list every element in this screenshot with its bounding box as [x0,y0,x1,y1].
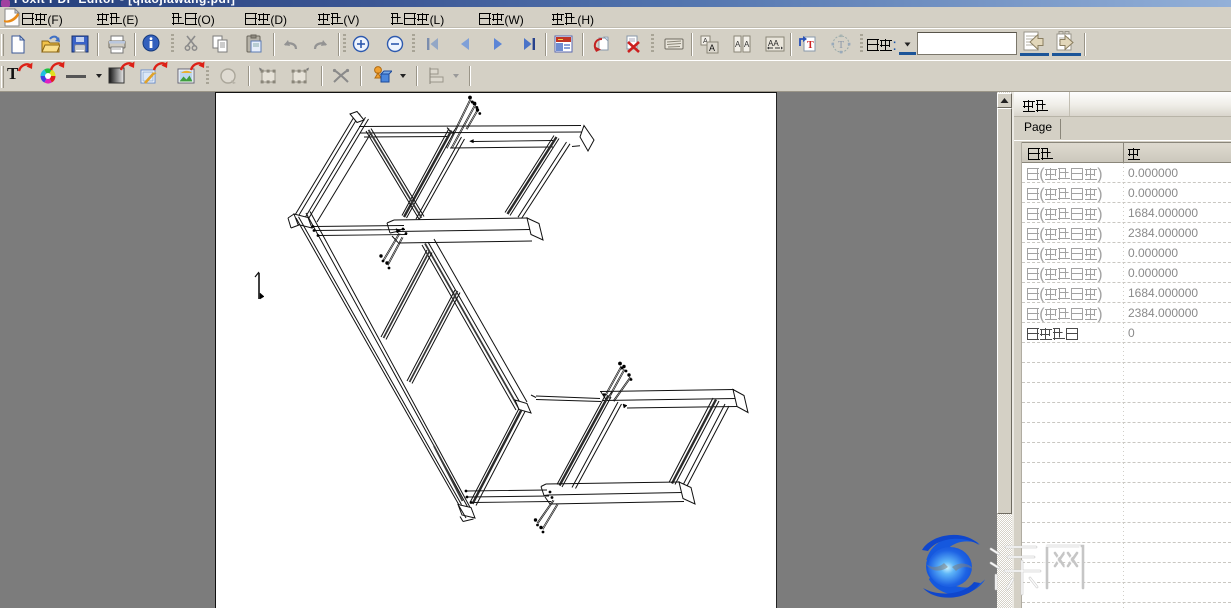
svg-text:AA: AA [768,39,779,48]
svg-text:T: T [838,40,844,51]
svg-text:A: A [709,43,715,53]
svg-text:T: T [807,40,814,51]
svg-text:A: A [744,40,750,49]
svg-text:A: A [735,40,741,49]
